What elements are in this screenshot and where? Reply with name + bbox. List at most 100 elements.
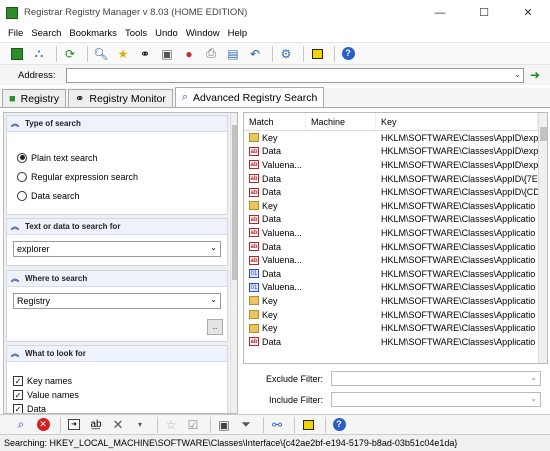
table-row[interactable]: ab Data HKLM\SOFTWARE\Classes\Applicatio — [244, 240, 547, 254]
camera-icon[interactable]: ▣ — [158, 45, 176, 63]
search-icon[interactable]: 🔍︎ — [92, 45, 110, 63]
chevron-down-icon[interactable]: ⌄ — [530, 373, 537, 382]
menu-bookmarks[interactable]: Bookmarks — [69, 28, 117, 39]
menu-window[interactable]: Window — [186, 28, 220, 39]
table-row[interactable]: 01 Valuena... HKLM\SOFTWARE\Classes\Applic… — [244, 281, 547, 295]
address-input[interactable]: ⌄ — [66, 67, 524, 83]
chevron-up-icon[interactable]: ︽ — [11, 348, 19, 359]
results-scrollbar[interactable] — [538, 113, 547, 363]
scrollbar-thumb[interactable] — [540, 127, 547, 141]
filter-icon[interactable]: ⏷ — [237, 416, 255, 434]
windows-icon[interactable] — [308, 45, 326, 63]
stop-icon[interactable]: ✕ — [34, 416, 52, 434]
comments-icon[interactable]: ▤ — [224, 45, 242, 63]
table-row[interactable]: Key HKLM\SOFTWARE\Classes\Applicatio — [244, 199, 547, 213]
type-of-search-header[interactable]: ︽ Type of search — [7, 116, 227, 132]
chevron-down-icon[interactable]: ⌄ — [210, 295, 217, 304]
replace-icon[interactable]: a͟b — [87, 416, 105, 434]
refresh-icon[interactable]: ⟳ — [61, 45, 79, 63]
column-match[interactable]: Match — [244, 113, 306, 130]
table-row[interactable]: ab Data HKLM\SOFTWARE\Classes\AppID\exp — [244, 145, 547, 159]
string-value-icon: ab — [249, 146, 259, 156]
binoculars-icon[interactable]: ⚭ — [136, 45, 154, 63]
save-icon[interactable]: ▣ — [215, 416, 233, 434]
cell-match: Key — [244, 133, 306, 143]
chevron-down-icon[interactable]: ⌄ — [210, 243, 217, 252]
radio-plain-text-search[interactable]: Plain text search — [7, 148, 227, 167]
string-value-icon: ab — [249, 255, 259, 265]
tab-registry[interactable]: ■ Registry — [2, 89, 67, 107]
table-row[interactable]: 01 Data HKLM\SOFTWARE\Classes\Applicatio — [244, 267, 547, 281]
print-icon[interactable]: ⎙ — [202, 45, 220, 63]
checkbox-data[interactable]: ✓ Data — [7, 402, 227, 413]
what-to-look-for-header[interactable]: ︽ What to look for — [7, 346, 227, 362]
chevron-up-icon[interactable]: ︽ — [11, 273, 19, 284]
table-row[interactable]: ab Data HKLM\SOFTWARE\Classes\Applicatio — [244, 213, 547, 227]
where-to-search-header[interactable]: ︽ Where to search — [7, 271, 227, 287]
goto-icon[interactable]: ➜ — [65, 416, 83, 434]
menu-tools[interactable]: Tools — [125, 28, 147, 39]
search-text-input[interactable]: explorer ⌄ — [13, 241, 221, 257]
table-row[interactable]: Key HKLM\SOFTWARE\Classes\Applicatio — [244, 321, 547, 335]
cell-match: 01 Valuena... — [249, 282, 302, 293]
column-key[interactable]: Key — [376, 113, 538, 130]
where-to-search-select[interactable]: Registry ⌄ — [13, 293, 221, 309]
undo-icon[interactable]: ↶ — [246, 45, 264, 63]
registry-icon[interactable] — [8, 45, 26, 63]
table-row[interactable]: Key HKLM\SOFTWARE\Classes\AppID\exp — [244, 131, 547, 145]
table-row[interactable]: ab Valuena... HKLM\SOFTWARE\Classes\Applic… — [244, 226, 547, 240]
scrollbar-thumb[interactable] — [232, 125, 237, 280]
cell-match: ab Valuena... — [249, 255, 302, 266]
tab-registry-monitor[interactable]: ⚭ Registry Monitor — [68, 89, 173, 107]
tools-icon[interactable]: ⚙ — [277, 45, 295, 63]
checkbox-value-names[interactable]: ✓ Value names — [7, 388, 227, 402]
menu-search[interactable]: Search — [31, 28, 61, 39]
table-row[interactable]: Key HKLM\SOFTWARE\Classes\Applicatio — [244, 308, 547, 322]
table-row[interactable]: ab Data HKLM\SOFTWARE\Classes\AppID\{7E — [244, 172, 547, 186]
results-rows: Key HKLM\SOFTWARE\Classes\AppID\exp ab Data… — [244, 131, 547, 349]
menu-help[interactable]: Help — [228, 28, 248, 39]
windows-icon[interactable] — [299, 416, 317, 434]
go-arrow-icon[interactable]: ➜ — [530, 68, 540, 82]
cell-key: HKLM\SOFTWARE\Classes\Applicatio — [381, 241, 536, 252]
link-icon[interactable]: ⚯ — [268, 416, 286, 434]
left-pane-scrollbar[interactable] — [230, 113, 237, 413]
tab-advanced-registry-search[interactable]: ⌕ Advanced Registry Search — [174, 87, 325, 107]
checkbox-key-names[interactable]: ✓ Key names — [7, 374, 227, 388]
bookmark-star-icon[interactable]: ★ — [114, 45, 132, 63]
table-row[interactable]: ab Data HKLM\SOFTWARE\Classes\AppID\{CD — [244, 185, 547, 199]
chevron-up-icon[interactable]: ︽ — [11, 221, 19, 232]
table-row[interactable]: ab Valuena... HKLM\SOFTWARE\Classes\Applic… — [244, 253, 547, 267]
close-button[interactable]: ✕ — [506, 0, 550, 25]
cell-key: HKLM\SOFTWARE\Classes\Applicatio — [381, 255, 536, 266]
table-row[interactable]: Key HKLM\SOFTWARE\Classes\Applicatio — [244, 294, 547, 308]
help-icon[interactable]: ? — [330, 416, 348, 434]
radio-regular-expression-search[interactable]: Regular expression search — [7, 167, 227, 186]
chevron-down-icon[interactable]: ⌄ — [514, 70, 521, 79]
cell-match: Key — [244, 296, 306, 306]
search-icon[interactable]: ⌕ — [12, 416, 30, 434]
network-icon[interactable]: ⛬ — [30, 45, 48, 63]
chevron-down-icon[interactable]: ▾ — [131, 416, 149, 434]
delete-icon[interactable]: ✕ — [109, 416, 127, 434]
chevron-up-icon[interactable]: ︽ — [11, 118, 19, 129]
include-filter-input[interactable]: ⌄ — [331, 392, 541, 407]
string-value-icon: ab — [249, 337, 259, 347]
table-row[interactable]: ab Data HKLM\SOFTWARE\Classes\Applicatio — [244, 335, 547, 349]
radio-data-search[interactable]: Data search — [7, 186, 227, 205]
menu-undo[interactable]: Undo — [155, 28, 178, 39]
check-icon[interactable]: ☑ — [184, 416, 202, 434]
browse-button[interactable]: .. — [207, 319, 223, 335]
text-to-search-header[interactable]: ︽ Text or data to search for — [7, 219, 227, 235]
table-row[interactable]: ab Valuena... HKLM\SOFTWARE\Classes\AppID\… — [244, 158, 547, 172]
cell-key: HKLM\SOFTWARE\Classes\Applicatio — [381, 227, 536, 238]
exclude-filter-input[interactable]: ⌄ — [331, 371, 541, 386]
maximize-button[interactable]: ☐ — [462, 0, 506, 25]
menu-file[interactable]: File — [8, 28, 23, 39]
bookmark-star-icon[interactable]: ☆ — [162, 416, 180, 434]
help-icon[interactable]: ? — [339, 45, 357, 63]
cleaner-icon[interactable]: ● — [180, 45, 198, 63]
minimize-button[interactable]: — — [418, 0, 462, 25]
column-machine[interactable]: Machine — [306, 113, 376, 130]
chevron-down-icon[interactable]: ⌄ — [530, 394, 537, 403]
